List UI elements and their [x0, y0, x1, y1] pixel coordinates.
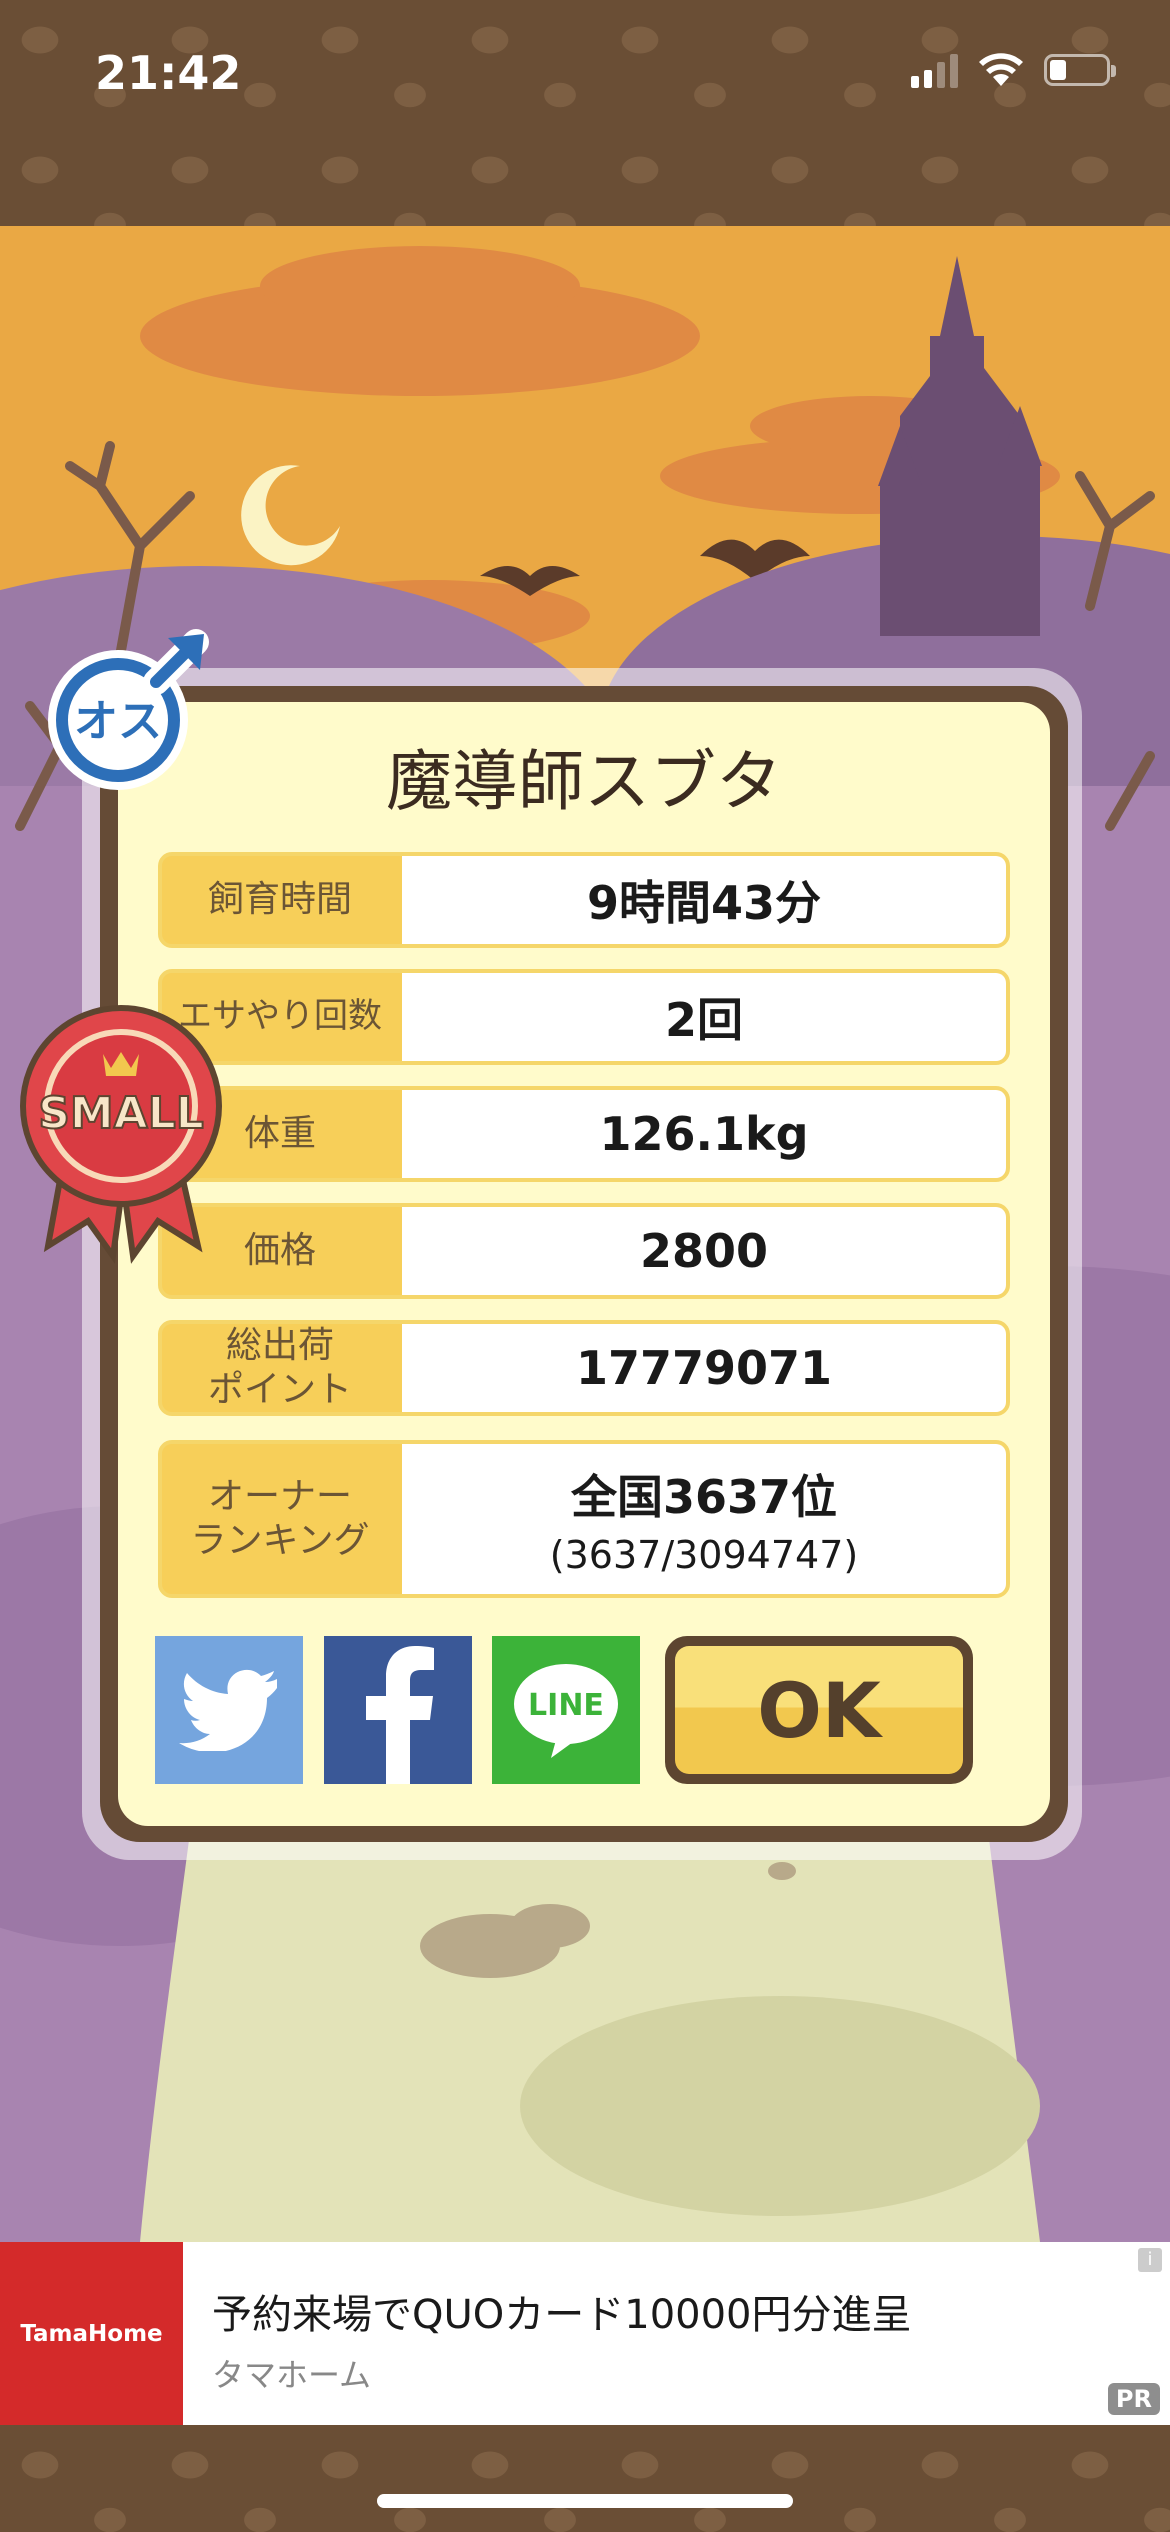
stat-label: 総出荷 ポイント [207, 1325, 352, 1410]
battery-icon [1044, 54, 1116, 86]
twitter-bird-icon [179, 1670, 277, 1751]
ad-advertiser: タマホーム [212, 2356, 372, 2394]
stat-row-weight: 体重 126.1kg [158, 1086, 1010, 1182]
ad-title: 予約来場でQUOカード10000円分進呈 [212, 2292, 912, 2338]
stat-value: 9時間43分 [402, 856, 1006, 944]
stat-label: 飼育時間 [207, 879, 352, 921]
stat-row-owner-ranking: オーナー ランキング 全国3637位 (3637/3094747) [158, 1440, 1010, 1598]
gender-label: オス [74, 696, 162, 747]
stat-row-breeding-time: 飼育時間 9時間43分 [158, 852, 1010, 948]
ad-banner[interactable]: TamaHome 予約来場でQUOカード10000円分進呈 タマホーム i PR [0, 2242, 1170, 2425]
stat-row-price: 価格 2800 [158, 1203, 1010, 1299]
status-icons [911, 52, 1116, 88]
small-size-ribbon: SMALL [20, 1005, 222, 1264]
stat-value: 17779071 [402, 1324, 1006, 1412]
ribbon-label: SMALL [38, 1088, 204, 1139]
ranking-detail: (3637/3094747) [549, 1533, 859, 1577]
bottom-strip [0, 2425, 1170, 2532]
pig-name-title: 魔導師スブタ [386, 743, 782, 820]
facebook-f-icon [366, 1646, 434, 1784]
signal-icon [911, 52, 958, 88]
stat-label: オーナー ランキング [190, 1476, 370, 1561]
facebook-share-button[interactable] [324, 1636, 472, 1784]
male-gender-badge: オス [48, 629, 209, 790]
line-share-button[interactable]: LINE [492, 1636, 640, 1784]
ok-button[interactable]: OK [665, 1636, 973, 1784]
wifi-icon [979, 53, 1023, 86]
line-logo-icon: LINE [514, 1664, 618, 1758]
line-logo-text: LINE [528, 1688, 604, 1723]
stat-value: 全国3637位 (3637/3094747) [402, 1444, 1006, 1594]
status-bar: 21:42 [0, 0, 1170, 226]
home-indicator[interactable] [377, 2494, 793, 2508]
stat-value: 2回 [402, 973, 1006, 1061]
stat-row-total-shipment-points: 総出荷 ポイント 17779071 [158, 1320, 1010, 1416]
ok-button-label: OK [675, 1646, 963, 1774]
stat-value: 2800 [402, 1207, 1006, 1295]
stat-value: 126.1kg [402, 1090, 1006, 1178]
stat-row-feeding-count: エサやり回数 2回 [158, 969, 1010, 1065]
ad-info-icon[interactable]: i [1138, 2248, 1162, 2272]
twitter-share-button[interactable] [155, 1636, 303, 1784]
ad-logo: TamaHome [0, 2242, 183, 2425]
ad-pr-badge: PR [1107, 2383, 1160, 2415]
status-time: 21:42 [95, 46, 242, 100]
